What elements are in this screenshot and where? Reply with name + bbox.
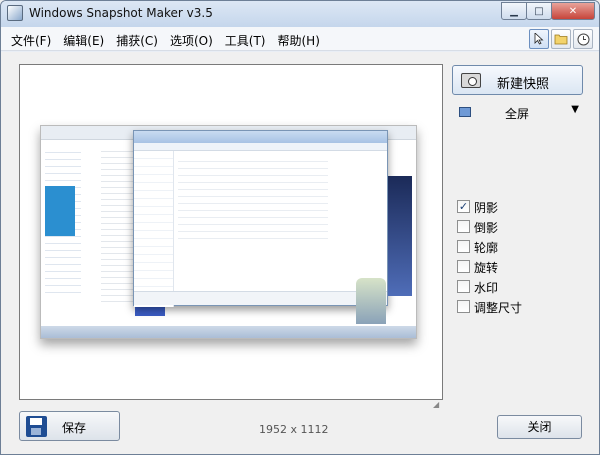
menu-tools[interactable]: 工具(T) <box>225 32 266 49</box>
toolbar <box>527 29 593 49</box>
camera-icon <box>461 73 481 88</box>
clock-icon[interactable] <box>573 29 593 49</box>
window-controls: ▁ □ ✕ <box>501 2 595 20</box>
save-button[interactable]: 保存 <box>19 411 120 441</box>
save-label: 保存 <box>62 421 87 435</box>
shadow-checkbox[interactable]: ✓ <box>457 200 470 213</box>
app-window: Windows Snapshot Maker v3.5 ▁ □ ✕ 文件(F) … <box>0 0 600 455</box>
menu-file[interactable]: 文件(F) <box>11 32 51 49</box>
menu-edit[interactable]: 编辑(E) <box>63 32 104 49</box>
image-dimensions: 1952 x 1112 <box>259 423 329 436</box>
snapshot-preview <box>19 64 443 400</box>
resize-checkbox[interactable] <box>457 300 470 313</box>
menu-options[interactable]: 选项(O) <box>170 32 213 49</box>
reflection-label: 倒影 <box>474 221 499 235</box>
main-content: ◢ 新建快照 全屏 ▼ ✓ 阴影 倒影 轮廓 旋转 水印 调整尺寸 保存 195… <box>1 52 599 454</box>
floppy-disk-icon <box>26 416 47 437</box>
cursor-icon[interactable] <box>529 29 549 49</box>
rotate-checkbox[interactable] <box>457 260 470 273</box>
window-title: Windows Snapshot Maker v3.5 <box>29 6 213 20</box>
menu-capture[interactable]: 捕获(C) <box>116 32 158 49</box>
close-window-button[interactable]: ✕ <box>551 2 595 20</box>
resize-label: 调整尺寸 <box>474 301 523 315</box>
shadow-label: 阴影 <box>474 201 499 215</box>
preview-image <box>40 125 417 339</box>
title-bar: Windows Snapshot Maker v3.5 ▁ □ ✕ <box>1 1 599 27</box>
minimize-button[interactable]: ▁ <box>501 2 527 20</box>
outline-checkbox[interactable] <box>457 240 470 253</box>
outline-label: 轮廓 <box>474 241 499 255</box>
close-button[interactable]: 关闭 <box>497 415 582 439</box>
app-icon <box>7 5 23 21</box>
folder-icon[interactable] <box>551 29 571 49</box>
resize-grip-icon[interactable]: ◢ <box>433 400 439 409</box>
dropdown-arrow-icon: ▼ <box>571 104 579 115</box>
maximize-button[interactable]: □ <box>526 2 552 20</box>
rotate-label: 旋转 <box>474 261 499 275</box>
menu-help[interactable]: 帮助(H) <box>278 32 320 49</box>
watermark-label: 水印 <box>474 281 499 295</box>
watermark-checkbox[interactable] <box>457 280 470 293</box>
monitor-icon <box>459 107 471 117</box>
reflection-checkbox[interactable] <box>457 220 470 233</box>
new-snapshot-label: 新建快照 <box>497 77 550 92</box>
capture-mode-select[interactable]: 全屏 ▼ <box>457 104 583 122</box>
capture-mode-label: 全屏 <box>505 107 530 121</box>
new-snapshot-button[interactable]: 新建快照 <box>452 65 583 95</box>
menu-bar: 文件(F) 编辑(E) 捕获(C) 选项(O) 工具(T) 帮助(H) <box>1 27 599 51</box>
